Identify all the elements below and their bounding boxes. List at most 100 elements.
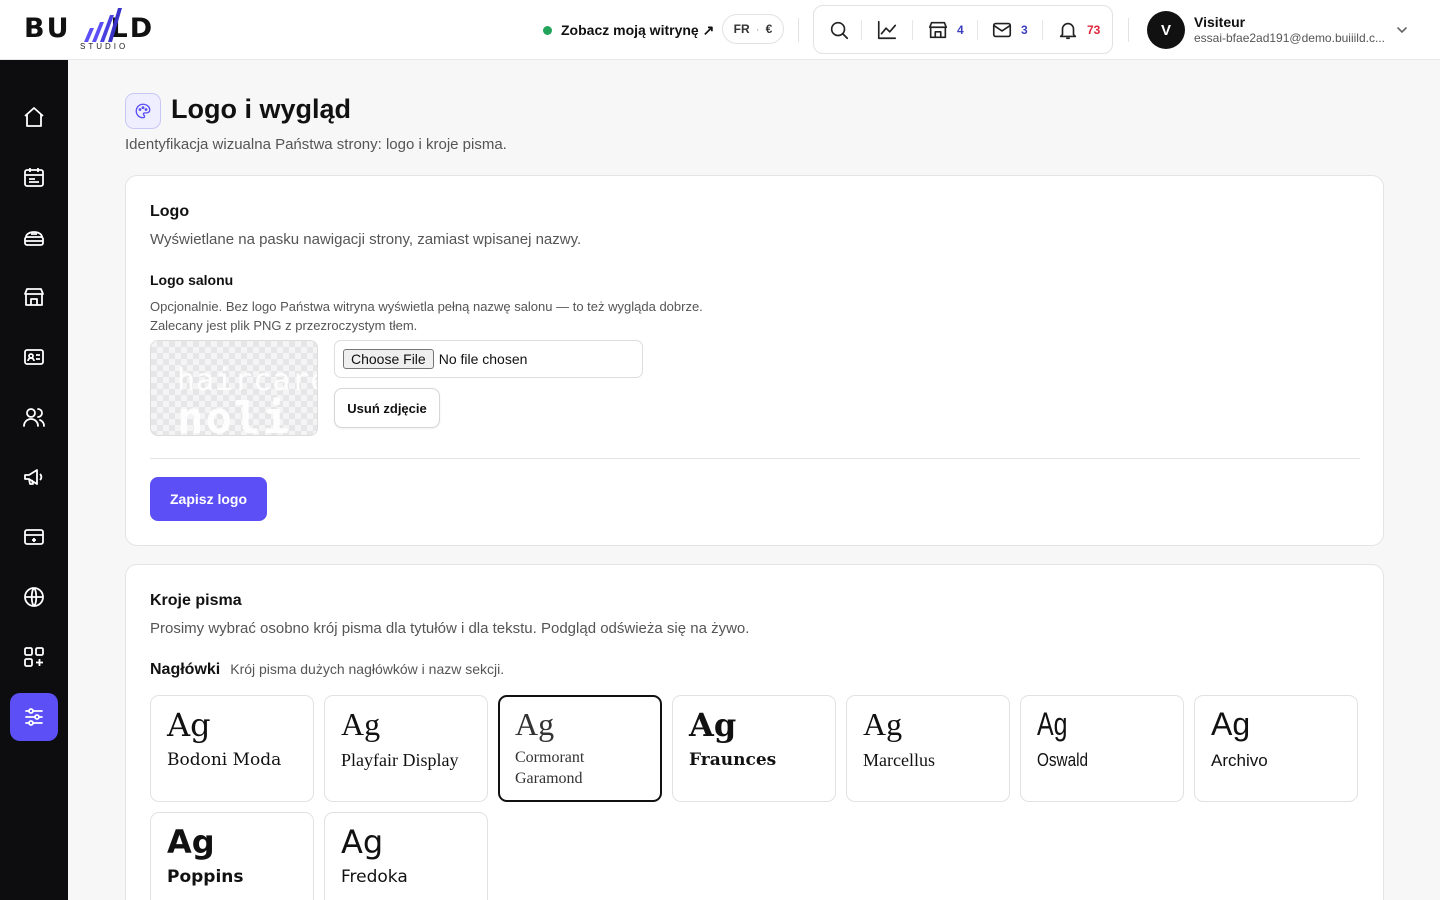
- sidebar-item-home[interactable]: [10, 93, 58, 141]
- sidebar-item-marketing[interactable]: [10, 453, 58, 501]
- font-option-fredoka[interactable]: Ag Fredoka: [324, 812, 488, 900]
- apps-icon: [24, 647, 44, 667]
- logo-help-line: Zalecany jest plik PNG z przezroczystym …: [150, 318, 418, 333]
- sidebar-item-services[interactable]: [10, 213, 58, 261]
- font-sample: Ag: [1211, 706, 1251, 742]
- settings-sliders-icon: [25, 708, 43, 726]
- logo-file-input[interactable]: Choose File No file chosen: [334, 340, 643, 378]
- font-option-archivo[interactable]: Ag Archivo: [1194, 695, 1358, 802]
- fonts-section-title: Kroje pisma: [150, 592, 242, 609]
- font-name: Archivo: [1211, 751, 1268, 770]
- font-option-marcellus[interactable]: Ag Marcellus: [846, 695, 1010, 802]
- fonts-card: Kroje pisma Prosimy wybrać osobno krój p…: [125, 564, 1384, 900]
- megaphone-icon: [24, 469, 43, 485]
- chevron-down-icon: [1397, 27, 1407, 34]
- remove-photo-button[interactable]: Usuń zdjęcie: [334, 388, 440, 428]
- save-logo-button[interactable]: Zapisz logo: [150, 477, 267, 521]
- brand-logo[interactable]: BU LD STUDIO: [24, 8, 184, 52]
- divider: [861, 20, 862, 40]
- sidebar-item-website[interactable]: [10, 573, 58, 621]
- stats-button[interactable]: [876, 18, 898, 42]
- calendar-icon: [24, 168, 44, 187]
- font-name: Fraunces: [689, 750, 777, 770]
- font-sample: Ag: [515, 706, 555, 742]
- font-sample: Ag: [1037, 706, 1068, 742]
- file-status: No file chosen: [438, 351, 528, 367]
- notifications-button[interactable]: 73: [1057, 18, 1100, 42]
- mail-count: 3: [1021, 23, 1028, 37]
- shop-icon: [24, 288, 44, 306]
- sidebar-item-apps[interactable]: [10, 633, 58, 681]
- font-option-playfair-display[interactable]: Ag Playfair Display: [324, 695, 488, 802]
- language-label: FR: [733, 22, 750, 36]
- services-icon: [24, 231, 44, 246]
- view-site-label: Zobacz moją witrynę ↗: [561, 21, 715, 38]
- font-option-fraunces[interactable]: Ag Fraunces: [672, 695, 836, 802]
- search-icon: [830, 21, 849, 40]
- headings-label: Nagłówki: [150, 661, 221, 678]
- font-option-oswald[interactable]: Ag Oswald: [1020, 695, 1184, 802]
- choose-file-button[interactable]: Choose File: [343, 349, 434, 369]
- divider: [1042, 20, 1043, 40]
- sidebar-item-clients[interactable]: [10, 393, 58, 441]
- page-title-icon: [125, 93, 161, 129]
- logo-field-help: Opcjonalnie. Bez logo Państwa witryna wy…: [150, 297, 703, 335]
- font-sample: Ag: [341, 823, 384, 861]
- logo-field-label: Logo salonu: [150, 272, 234, 288]
- font-name: Fredoka: [341, 867, 408, 887]
- fonts-section-description: Prosimy wybrać osobno krój pisma dla tyt…: [150, 620, 750, 637]
- font-sample: Ag: [863, 706, 903, 742]
- headings-font-header: Nagłówki Krój pisma dużych nagłówków i n…: [150, 661, 504, 679]
- payment-card-icon: [24, 529, 44, 545]
- font-name: Marcellus: [863, 750, 935, 770]
- divider: [912, 20, 913, 40]
- font-option-bodoni-moda[interactable]: Ag Bodoni Moda: [150, 695, 314, 802]
- top-bar: BU LD STUDIO Zobacz moją witrynę ↗ FR · €…: [0, 0, 1440, 60]
- logo-section-title: Logo: [150, 203, 190, 220]
- divider: [977, 20, 978, 40]
- font-name: Playfair Display: [341, 750, 459, 770]
- toolbar: 4 3 73: [813, 5, 1113, 54]
- divider: [798, 18, 799, 42]
- palette-icon: [135, 103, 151, 119]
- font-name: Poppins: [167, 867, 244, 887]
- divider: [150, 458, 1360, 459]
- shop-count: 4: [957, 23, 964, 37]
- font-option-cormorant-garamond[interactable]: Ag Cormorant Garamond: [498, 695, 662, 802]
- contact-card-icon: [24, 349, 44, 365]
- page-subtitle: Identyfikacja wizualna Państwa strony: l…: [125, 136, 507, 153]
- users-icon: [23, 408, 45, 427]
- logo-section-description: Wyświetlane na pasku nawigacji strony, z…: [150, 231, 582, 248]
- messages-button[interactable]: 3: [991, 18, 1028, 42]
- chart-line-icon: [877, 20, 897, 40]
- user-name: Visiteur: [1194, 14, 1246, 30]
- font-sample: Ag: [689, 706, 737, 744]
- sidebar-item-contacts[interactable]: [10, 333, 58, 381]
- divider: [1128, 18, 1129, 42]
- font-sample: Ag: [167, 823, 215, 861]
- shop-icon: [928, 21, 948, 39]
- font-name: Oswald: [1037, 750, 1089, 770]
- lang-separator: ·: [755, 22, 760, 36]
- logo-preview: haircare noli: [150, 340, 318, 436]
- user-email: essai-bfae2ad191@demo.buiiild.c...: [1194, 31, 1385, 45]
- currency-label: €: [765, 22, 773, 36]
- bell-icon: [1059, 22, 1077, 40]
- globe-icon: [24, 587, 44, 607]
- logo-help-line: Opcjonalnie. Bez logo Państwa witryna wy…: [150, 299, 703, 314]
- font-name: Bodoni Moda: [167, 750, 282, 770]
- headings-description: Krój pisma dużych nagłówków i nazw sekcj…: [230, 661, 505, 677]
- sidebar-item-shop[interactable]: [10, 273, 58, 321]
- font-name: Cormorant Garamond: [515, 749, 585, 787]
- sidebar-item-calendar[interactable]: [10, 153, 58, 201]
- sidebar-item-appearance[interactable]: [10, 693, 58, 741]
- main-content: Logo i wygląd Identyfikacja wizualna Pań…: [68, 60, 1440, 900]
- sidebar-item-payments[interactable]: [10, 513, 58, 561]
- shop-orders-button[interactable]: 4: [927, 18, 964, 42]
- search-button[interactable]: [828, 18, 850, 42]
- language-currency-switcher[interactable]: FR · €: [722, 14, 784, 44]
- view-site-link[interactable]: Zobacz moją witrynę ↗: [543, 18, 714, 42]
- brand-subtitle: STUDIO: [80, 42, 129, 51]
- font-option-poppins[interactable]: Ag Poppins: [150, 812, 314, 900]
- home-icon: [24, 107, 44, 127]
